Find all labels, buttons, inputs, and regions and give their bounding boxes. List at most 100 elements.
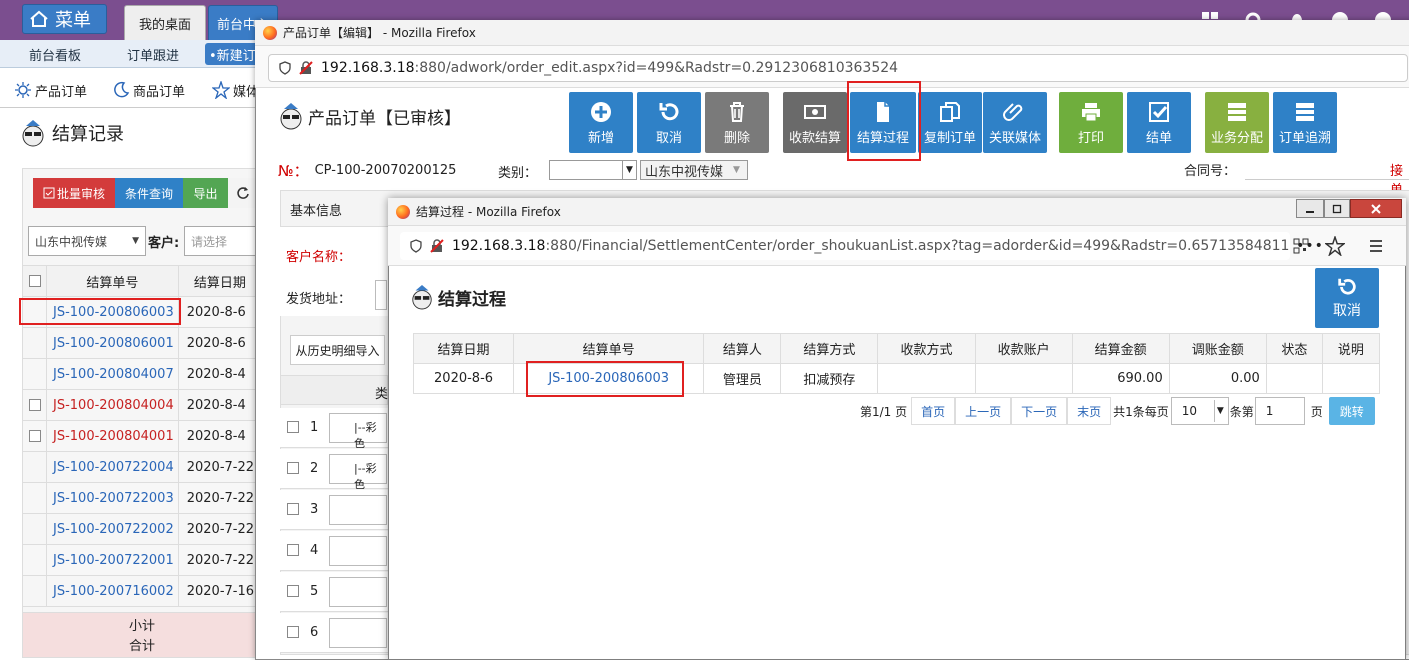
settlement-no-link[interactable]: JS-100-200716002 <box>46 575 179 607</box>
table-row[interactable]: JS-100-200716002 2020-7-16 <box>22 575 263 607</box>
detail-row-checkbox[interactable] <box>287 503 299 515</box>
toolbar-button-2[interactable]: 删除 <box>705 92 769 153</box>
toolbar-button-0[interactable]: 新增 <box>569 92 633 153</box>
col-header: 状态 <box>1265 333 1323 364</box>
toolbar-button-1[interactable]: 取消 <box>637 92 701 153</box>
settlement-process-titlebar[interactable]: 结算过程 - Mozilla Firefox <box>388 198 1406 226</box>
row-checkbox-cell[interactable] <box>22 482 47 514</box>
row-checkbox-cell[interactable] <box>22 513 47 545</box>
table-row[interactable]: JS-100-200804001 2020-8-4 <box>22 420 263 452</box>
detail-row: 3 <box>280 490 388 530</box>
toolbar-button-7[interactable]: 打印 <box>1059 92 1123 153</box>
minimize-button[interactable] <box>1296 199 1324 218</box>
toolbar-button-6[interactable]: 关联媒体 <box>983 92 1047 153</box>
select-all-checkbox[interactable] <box>28 275 41 287</box>
toolbar-button-3[interactable]: 收款结算 <box>783 92 847 153</box>
toolbar-button-8[interactable]: 结单 <box>1127 92 1191 153</box>
detail-row-checkbox[interactable] <box>287 544 299 556</box>
detail-row-input[interactable] <box>329 495 387 525</box>
table-row[interactable]: JS-100-200722002 2020-7-22 <box>22 513 263 545</box>
detail-row-checkbox[interactable] <box>287 462 299 474</box>
tab-my-desktop[interactable]: 我的桌面 <box>124 5 206 40</box>
import-history-button[interactable]: 从历史明细导入 <box>290 335 385 365</box>
detail-row-checkbox[interactable] <box>287 421 299 433</box>
tab-media[interactable]: 媒体 <box>212 72 259 108</box>
tab-goods-order[interactable]: 商品订单 <box>112 72 185 108</box>
per-page-select[interactable]: 10 ▼ <box>1170 397 1229 425</box>
mascot-icon <box>412 285 432 310</box>
jump-button[interactable]: 跳转 <box>1328 397 1375 425</box>
settlement-no-link[interactable]: JS-100-200804001 <box>46 420 179 452</box>
table-row[interactable]: JS-100-200806001 2020-8-6 <box>22 327 263 359</box>
detail-row-input[interactable] <box>329 536 387 566</box>
detail-row-input[interactable]: |--彩色 <box>329 413 387 450</box>
settlement-no-link[interactable]: JS-100-200722003 <box>46 482 179 514</box>
detail-row-checkbox[interactable] <box>287 585 299 597</box>
more-options-icon[interactable]: ••• <box>1296 236 1323 256</box>
address-input[interactable] <box>375 280 387 310</box>
row-checkbox-cell[interactable] <box>22 358 47 390</box>
contract-input[interactable] <box>1245 158 1409 180</box>
toolbar-button-5[interactable]: 复制订单 <box>918 92 982 153</box>
row-checkbox[interactable] <box>28 430 41 442</box>
table-cell: 0.00 <box>1168 363 1267 394</box>
subtab-front-board[interactable]: 前台看板 <box>10 40 100 68</box>
batch-audit-label: 批量审核 <box>56 186 105 201</box>
toolbar-button-label: 新增 <box>587 130 614 146</box>
settlement-no-link[interactable]: JS-100-200804004 <box>46 389 179 421</box>
table-row[interactable]: JS-100-200722001 2020-7-22 <box>22 544 263 576</box>
table-row[interactable]: JS-100-200804004 2020-8-4 <box>22 389 263 421</box>
refresh-button[interactable] <box>228 178 258 208</box>
settlement-no-link[interactable]: JS-100-200722001 <box>46 544 179 576</box>
cancel-button[interactable]: 取消 <box>1315 268 1379 328</box>
order-edit-url-bar[interactable]: 192.168.3.18:880/adwork/order_edit.aspx?… <box>268 54 1408 82</box>
col-header: 结算单号 <box>513 333 705 364</box>
row-checkbox-cell[interactable] <box>22 389 47 421</box>
region-select[interactable]: 山东中视传媒 ▼ <box>28 226 146 256</box>
detail-row-input[interactable] <box>329 577 387 607</box>
menu-button[interactable]: 菜单 <box>22 4 107 34</box>
category-select[interactable]: ▼ <box>549 160 637 180</box>
client-select[interactable]: 请选择 <box>184 226 262 256</box>
close-icon <box>1371 203 1381 214</box>
media-select[interactable]: 山东中视传媒 ▼ <box>640 160 748 180</box>
totals-row: 小计 合计 <box>22 612 262 658</box>
row-checkbox-cell[interactable] <box>22 327 47 359</box>
first-page-button[interactable]: 首页 <box>911 397 956 425</box>
toolbar-button-10[interactable]: 订单追溯 <box>1273 92 1337 153</box>
settlement-no-link[interactable]: JS-100-200804007 <box>46 358 179 390</box>
close-button[interactable] <box>1350 199 1402 218</box>
detail-row-checkbox[interactable] <box>287 626 299 638</box>
chevron-down-icon: ▼ <box>622 161 636 179</box>
row-checkbox-cell[interactable] <box>22 544 47 576</box>
batch-audit-button[interactable]: 批量审核 <box>33 178 115 208</box>
select-all-cell[interactable] <box>22 265 47 297</box>
prev-page-button[interactable]: 上一页 <box>955 397 1012 425</box>
detail-row-input[interactable]: |--彩色 <box>329 454 387 491</box>
settlement-no-link[interactable]: JS-100-200722002 <box>46 513 179 545</box>
row-checkbox-cell[interactable] <box>22 451 47 483</box>
settlement-url-bar[interactable]: 192.168.3.18:880/Financial/SettlementCen… <box>400 232 1290 260</box>
goto-page-input[interactable]: 1 <box>1254 397 1305 425</box>
table-row[interactable]: JS-100-200722003 2020-7-22 <box>22 482 263 514</box>
table-row[interactable]: JS-100-200804007 2020-8-4 <box>22 358 263 390</box>
hamburger-menu-icon[interactable] <box>1366 236 1386 256</box>
last-page-button[interactable]: 末页 <box>1067 397 1112 425</box>
export-button[interactable]: 导出 <box>183 178 228 208</box>
condition-query-button[interactable]: 条件查询 <box>115 178 183 208</box>
row-checkbox-cell[interactable] <box>22 420 47 452</box>
next-page-button[interactable]: 下一页 <box>1011 397 1068 425</box>
order-edit-titlebar[interactable]: 产品订单【编辑】 - Mozilla Firefox <box>255 20 1409 46</box>
maximize-button[interactable] <box>1324 199 1350 218</box>
row-checkbox-cell[interactable] <box>22 575 47 607</box>
table-row[interactable]: JS-100-200722004 2020-7-22 <box>22 451 263 483</box>
row-checkbox[interactable] <box>28 399 41 411</box>
subtab-order-follow[interactable]: 订单跟进 <box>108 40 198 68</box>
tab-product-order[interactable]: 产品订单 <box>14 72 87 108</box>
settlement-no-link[interactable]: JS-100-200806001 <box>46 327 179 359</box>
toolbar-button-9[interactable]: 业务分配 <box>1205 92 1269 153</box>
bookmark-star-icon[interactable] <box>1325 236 1345 256</box>
settlement-no-link[interactable]: JS-100-200722004 <box>46 451 179 483</box>
detail-row-input[interactable] <box>329 618 387 648</box>
order-edit-window-title: 产品订单【编辑】 - Mozilla Firefox <box>283 26 476 40</box>
